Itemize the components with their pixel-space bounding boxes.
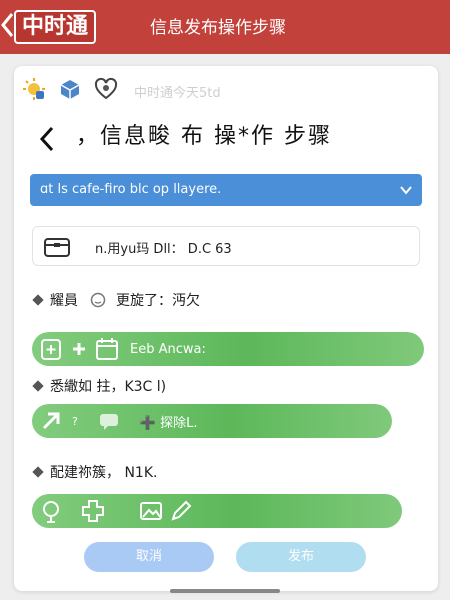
section-1-status: 更旋了：沔欠 xyxy=(116,293,200,309)
calendar-icon[interactable] xyxy=(94,336,120,362)
arrow-up-right-icon[interactable] xyxy=(38,408,64,434)
cancel-button[interactable]: 取消 xyxy=(84,542,214,572)
app-logo: 中时通 xyxy=(14,10,97,44)
diamond-bullet-icon xyxy=(32,380,44,392)
image-icon[interactable] xyxy=(138,498,164,524)
info-field[interactable]: n.用yu玛 Dll： D.C 63 xyxy=(32,226,420,266)
back-chevron-icon[interactable] xyxy=(0,12,14,38)
top-bar: 中时通 信息发布操作步骤 xyxy=(0,0,450,54)
chat-bubble-icon[interactable] xyxy=(96,408,122,434)
action-bar-2-mark: ? xyxy=(72,414,78,428)
page-back-icon[interactable] xyxy=(36,124,58,154)
home-indicator xyxy=(170,589,280,593)
medical-plus-icon[interactable] xyxy=(80,498,106,524)
section-1-header: 耀員 更旋了：沔欠 xyxy=(32,290,200,310)
wallet-icon xyxy=(44,238,70,257)
action-bar-1[interactable]: Eeb Ancwa: xyxy=(32,332,424,366)
toolbar-icons xyxy=(22,74,118,104)
action-bar-1-text: Eeb Ancwa: xyxy=(130,341,206,357)
action-bar-3[interactable] xyxy=(32,494,402,528)
chevron-down-icon xyxy=(400,186,412,195)
action-bar-2-text: ➕ 探除L. xyxy=(139,415,198,431)
location-pin-icon[interactable] xyxy=(38,498,64,524)
clipboard-add-icon[interactable] xyxy=(38,336,64,362)
app-title: 信息发布操作步骤 xyxy=(150,18,286,38)
package-icon[interactable] xyxy=(58,77,82,101)
smiley-icon xyxy=(90,292,106,308)
category-select-value: ɑt ls cafe-firo blc op llayere. xyxy=(40,182,222,197)
diamond-bullet-icon xyxy=(32,466,44,478)
section-3-label: 配建祢簇， N1K. xyxy=(50,465,158,481)
pencil-icon[interactable] xyxy=(168,498,194,524)
heart-badge-icon[interactable] xyxy=(94,77,118,101)
category-select[interactable]: ɑt ls cafe-firo blc op llayere. xyxy=(30,174,422,206)
section-3-header: 配建祢簇， N1K. xyxy=(32,462,158,482)
faded-subtitle: 中时通今天5td xyxy=(134,86,221,101)
section-1-label: 耀員 xyxy=(50,293,78,309)
section-2-header: 悉繖如 拄，K3C l) xyxy=(32,376,167,396)
diamond-bullet-icon xyxy=(32,294,44,306)
section-2-label: 悉繖如 拄，K3C l) xyxy=(50,379,167,395)
info-text: n.用yu玛 Dll： D.C 63 xyxy=(95,242,232,257)
publish-button[interactable]: 发布 xyxy=(236,542,366,572)
plus-icon[interactable] xyxy=(70,336,88,362)
sun-face-icon[interactable] xyxy=(22,77,46,101)
main-card: 中时通今天5td ，信息畯 布 操*作 步骤 ɑt ls cafe-firo b… xyxy=(14,66,438,591)
page-title: ，信息畯 布 操*作 步骤 xyxy=(76,124,332,149)
action-bar-2[interactable]: ? ➕ 探除L. xyxy=(32,404,392,438)
